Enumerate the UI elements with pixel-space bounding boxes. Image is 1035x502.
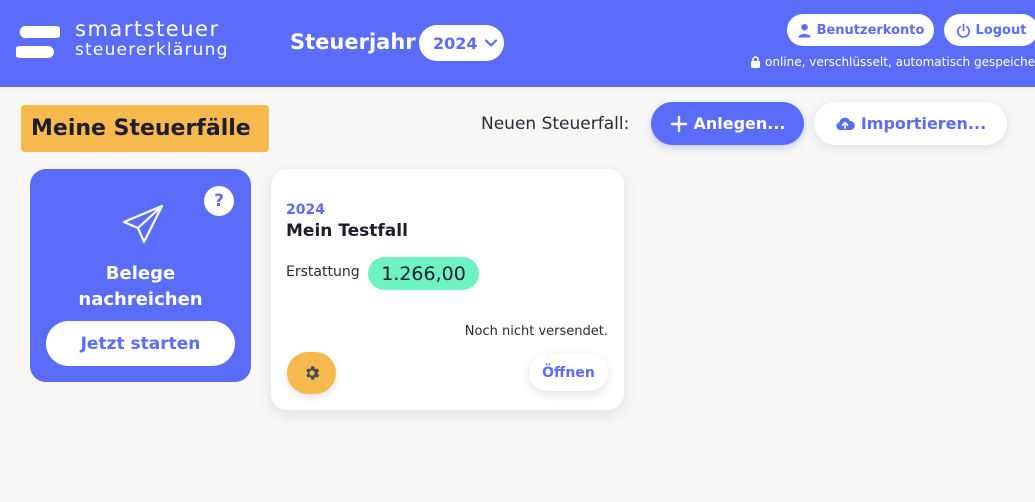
lock-icon xyxy=(751,56,760,68)
refund-amount: 1.266,00 xyxy=(368,257,479,290)
belege-card: ? Belege nachreichen Jetzt starten xyxy=(30,169,251,382)
account-button[interactable]: Benutzerkonto xyxy=(787,14,934,46)
chevron-down-icon xyxy=(484,39,497,47)
create-case-label: Anlegen... xyxy=(693,114,786,133)
question-icon[interactable]: ? xyxy=(204,186,234,216)
logo-subtext: steuererklärung xyxy=(75,40,229,60)
app-header: smartsteuer steuererklärung Steuerjahr 2… xyxy=(0,0,1035,87)
gear-icon xyxy=(305,366,319,380)
open-case-button[interactable]: Öffnen xyxy=(529,354,608,391)
tax-year-select[interactable]: 2024 xyxy=(419,25,504,61)
page-title: Meine Steuerfälle xyxy=(21,105,269,152)
cloud-upload-icon xyxy=(836,117,855,130)
refund-label: Erstattung xyxy=(286,264,360,280)
paper-plane-icon xyxy=(122,204,164,244)
tax-year-label: Steuerjahr xyxy=(290,30,416,54)
new-case-label: Neuen Steuerfall: xyxy=(481,114,630,134)
power-icon xyxy=(956,23,970,38)
case-name: Mein Testfall xyxy=(286,221,408,241)
belege-title: Belege nachreichen xyxy=(30,261,251,313)
selected-year: 2024 xyxy=(433,33,478,53)
import-case-button[interactable]: Importieren... xyxy=(814,102,1007,145)
security-note-text: online, verschlüsselt, automatisch gespe… xyxy=(765,55,1035,69)
tax-case-card: 2024 Mein Testfall Erstattung 1.266,00 N… xyxy=(271,169,624,410)
logo-mark-icon xyxy=(16,26,60,58)
case-year: 2024 xyxy=(286,202,325,218)
start-button[interactable]: Jetzt starten xyxy=(46,321,235,366)
belege-title-line1: Belege xyxy=(105,263,176,284)
plus-icon xyxy=(671,115,688,132)
logout-button[interactable]: Logout xyxy=(944,14,1035,46)
case-settings-button[interactable] xyxy=(287,352,336,394)
case-status: Noch nicht versendet. xyxy=(464,324,608,339)
security-note: online, verschlüsselt, automatisch gespe… xyxy=(750,55,1035,69)
account-label: Benutzerkonto xyxy=(816,22,925,38)
user-icon xyxy=(797,23,811,38)
logo-text: smartsteuer xyxy=(75,17,220,41)
create-case-button[interactable]: Anlegen... xyxy=(651,102,804,145)
belege-title-line2: nachreichen xyxy=(78,289,203,310)
logout-label: Logout xyxy=(975,22,1027,38)
import-case-label: Importieren... xyxy=(860,114,987,133)
